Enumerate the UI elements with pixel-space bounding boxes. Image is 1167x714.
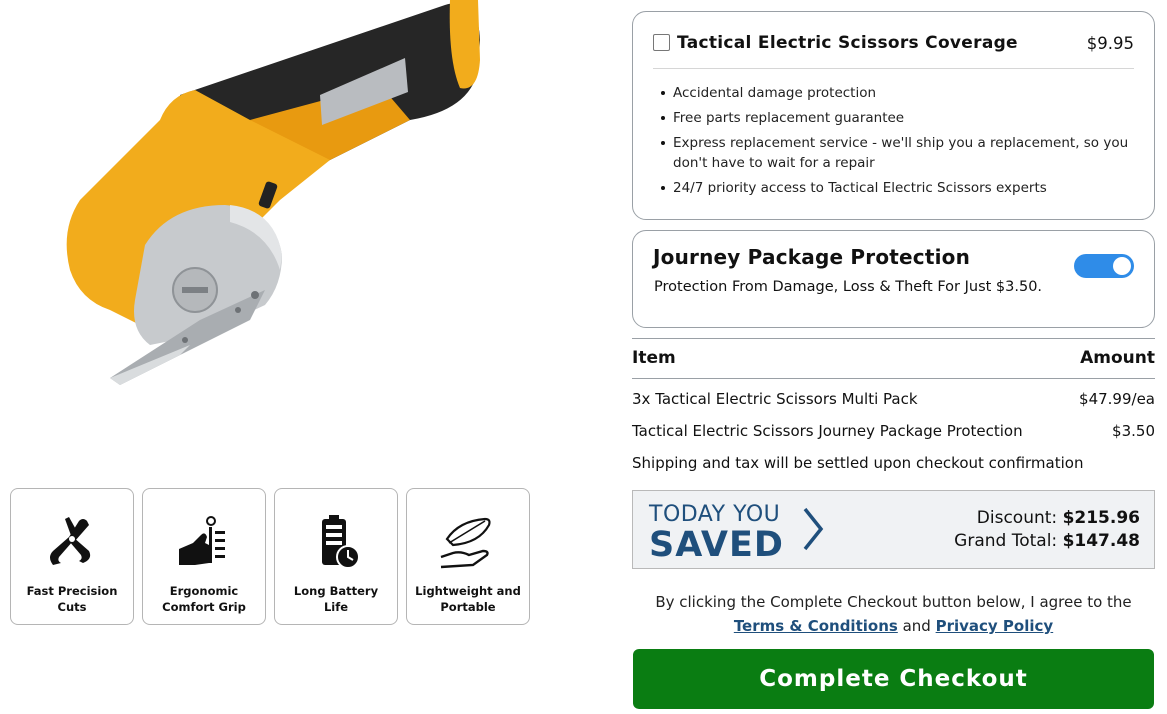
divider — [632, 378, 1155, 379]
discount-label: Discount: — [976, 508, 1058, 528]
feature-label: Long Battery Life — [293, 584, 379, 614]
hand-grip-icon — [179, 516, 225, 565]
electric-scissors-illustration — [66, 0, 480, 385]
row-item: 3x Tactical Electric Scissors Multi Pack — [632, 390, 918, 408]
pliers-icon — [50, 517, 91, 565]
today-you-label: TODAY YOU — [649, 502, 781, 527]
agreement-and: and — [902, 617, 931, 635]
row-item: Tactical Electric Scissors Journey Packa… — [632, 422, 1023, 440]
list-item: 24/7 priority access to Tactical Electri… — [661, 178, 1132, 198]
table-header-amount: Amount — [1080, 348, 1155, 368]
journey-subtitle: Protection From Damage, Loss & Theft For… — [654, 279, 1043, 295]
savings-banner: TODAY YOU SAVED Discount: $215.96 Grand … — [632, 490, 1155, 569]
table-row: Tactical Electric Scissors Journey Packa… — [632, 422, 1155, 440]
coverage-header: Tactical Electric Scissors Coverage $9.9… — [653, 33, 1134, 69]
journey-protection-toggle[interactable] — [1074, 254, 1134, 278]
agreement-prefix: By clicking the Complete Checkout button… — [655, 593, 1132, 611]
grand-total-line: Grand Total: $147.48 — [954, 531, 1140, 551]
feature-tile: Ergonomic Comfort Grip — [142, 488, 266, 625]
discount-value: $215.96 — [1062, 508, 1140, 528]
feature-label: Lightweight and Portable — [415, 584, 521, 614]
feature-tile: Lightweight and Portable — [406, 488, 530, 625]
feature-tile: Long Battery Life — [274, 488, 398, 625]
table-header-item: Item — [632, 348, 676, 368]
privacy-link[interactable]: Privacy Policy — [936, 617, 1054, 635]
product-image — [50, 0, 490, 400]
saved-label: SAVED — [649, 525, 784, 565]
discount-line: Discount: $215.96 — [977, 508, 1140, 528]
divider — [632, 338, 1155, 339]
grand-total-label: Grand Total: — [954, 531, 1058, 551]
chevron-right-icon — [803, 507, 824, 551]
coverage-price: $9.95 — [1086, 34, 1134, 53]
battery-clock-icon — [322, 515, 360, 569]
list-item: Free parts replacement guarantee — [661, 108, 1132, 128]
complete-checkout-button[interactable]: Complete Checkout — [633, 649, 1154, 709]
agreement-text: By clicking the Complete Checkout button… — [632, 590, 1155, 638]
shipping-note: Shipping and tax will be settled upon ch… — [632, 454, 1084, 472]
coverage-benefits: Accidental damage protection Free parts … — [661, 83, 1132, 203]
list-item: Express replacement service - we'll ship… — [661, 133, 1132, 173]
table-row: 3x Tactical Electric Scissors Multi Pack… — [632, 390, 1155, 408]
journey-title: Journey Package Protection — [653, 245, 971, 269]
feature-label: Fast Precision Cuts — [26, 584, 118, 614]
list-item: Accidental damage protection — [661, 83, 1132, 103]
grand-total-value: $147.48 — [1062, 531, 1140, 551]
feature-list: Fast Precision Cuts Ergonomic Comfort Gr… — [10, 488, 530, 625]
row-amount: $47.99/ea — [1079, 390, 1155, 408]
feature-label: Ergonomic Comfort Grip — [162, 584, 246, 614]
toggle-knob — [1113, 257, 1131, 275]
coverage-card: Tactical Electric Scissors Coverage $9.9… — [632, 11, 1155, 220]
coverage-checkbox[interactable] — [653, 34, 670, 51]
coverage-title: Tactical Electric Scissors Coverage — [677, 33, 1018, 53]
terms-link[interactable]: Terms & Conditions — [734, 617, 898, 635]
feather-hand-icon — [440, 517, 491, 569]
row-amount: $3.50 — [1112, 422, 1155, 440]
journey-protection-card: Journey Package Protection Protection Fr… — [632, 230, 1155, 328]
feature-tile: Fast Precision Cuts — [10, 488, 134, 625]
